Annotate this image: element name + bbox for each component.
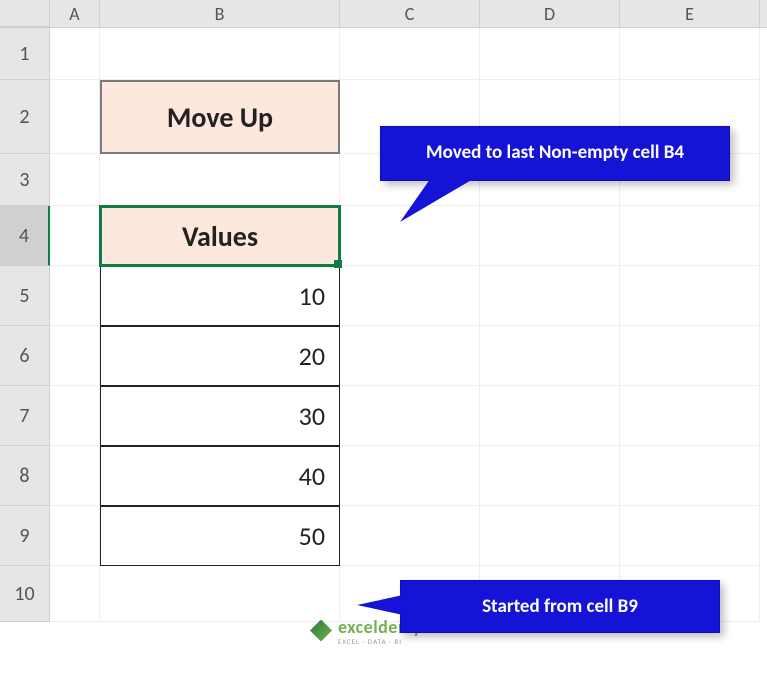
row-header-4[interactable]: 4 — [0, 206, 50, 266]
column-header-B[interactable]: B — [100, 0, 340, 27]
cell-C9[interactable] — [340, 506, 480, 566]
cell-C8[interactable] — [340, 446, 480, 506]
row-7: 7 30 — [0, 386, 767, 446]
cell-C5[interactable] — [340, 266, 480, 326]
row-header-10[interactable]: 10 — [0, 566, 50, 622]
row-header-3[interactable]: 3 — [0, 154, 50, 206]
cell-D9[interactable] — [480, 506, 620, 566]
cell-B10[interactable] — [100, 566, 340, 622]
cell-E5[interactable] — [620, 266, 760, 326]
callout-top: Moved to last Non-empty cell B4 — [380, 126, 730, 181]
row-header-2[interactable]: 2 — [0, 80, 50, 154]
cell-D5[interactable] — [480, 266, 620, 326]
row-6: 6 20 — [0, 326, 767, 386]
cell-D8[interactable] — [480, 446, 620, 506]
cell-D4[interactable] — [480, 206, 620, 266]
cell-A4[interactable] — [50, 206, 100, 266]
cell-E6[interactable] — [620, 326, 760, 386]
callout-bottom: Started from cell B9 — [400, 580, 720, 633]
cell-B4-header[interactable]: Values — [100, 206, 340, 266]
cell-A8[interactable] — [50, 446, 100, 506]
cell-A1[interactable] — [50, 28, 100, 80]
cell-E7[interactable] — [620, 386, 760, 446]
cell-A10[interactable] — [50, 566, 100, 622]
cell-A9[interactable] — [50, 506, 100, 566]
cell-B1[interactable] — [100, 28, 340, 80]
cell-D1[interactable] — [480, 28, 620, 80]
cell-A2[interactable] — [50, 80, 100, 154]
cell-E9[interactable] — [620, 506, 760, 566]
select-all-corner[interactable] — [0, 0, 50, 27]
cell-D7[interactable] — [480, 386, 620, 446]
row-header-9[interactable]: 9 — [0, 506, 50, 566]
logo-tagline: EXCEL · DATA · BI — [338, 638, 422, 645]
column-header-D[interactable]: D — [480, 0, 620, 27]
cell-E1[interactable] — [620, 28, 760, 80]
cell-C1[interactable] — [340, 28, 480, 80]
cell-B8[interactable]: 40 — [100, 446, 340, 506]
logo-icon — [310, 620, 332, 642]
row-header-6[interactable]: 6 — [0, 326, 50, 386]
row-4: 4 Values — [0, 206, 767, 266]
row-8: 8 40 — [0, 446, 767, 506]
column-header-E[interactable]: E — [620, 0, 760, 27]
column-header-A[interactable]: A — [50, 0, 100, 27]
cell-B6[interactable]: 20 — [100, 326, 340, 386]
cell-A3[interactable] — [50, 154, 100, 206]
row-1: 1 — [0, 28, 767, 80]
cell-E4[interactable] — [620, 206, 760, 266]
fill-handle[interactable] — [334, 260, 342, 268]
row-header-8[interactable]: 8 — [0, 446, 50, 506]
spreadsheet-grid: A B C D E 1 2 Move Up 3 — [0, 0, 767, 682]
cell-A6[interactable] — [50, 326, 100, 386]
cell-B3[interactable] — [100, 154, 340, 206]
row-header-1[interactable]: 1 — [0, 28, 50, 80]
cell-B2-title[interactable]: Move Up — [100, 80, 340, 154]
column-headers-row: A B C D E — [0, 0, 767, 28]
cell-D6[interactable] — [480, 326, 620, 386]
cell-B9[interactable]: 50 — [100, 506, 340, 566]
rows-container: 1 2 Move Up 3 4 Values — [0, 28, 767, 622]
row-header-7[interactable]: 7 — [0, 386, 50, 446]
cell-B7[interactable]: 30 — [100, 386, 340, 446]
cell-C6[interactable] — [340, 326, 480, 386]
cell-A5[interactable] — [50, 266, 100, 326]
row-9: 9 50 — [0, 506, 767, 566]
row-5: 5 10 — [0, 266, 767, 326]
cell-C7[interactable] — [340, 386, 480, 446]
cell-E8[interactable] — [620, 446, 760, 506]
row-header-5[interactable]: 5 — [0, 266, 50, 326]
cell-A7[interactable] — [50, 386, 100, 446]
column-header-C[interactable]: C — [340, 0, 480, 27]
cell-B4-text: Values — [182, 219, 258, 254]
cell-B5[interactable]: 10 — [100, 266, 340, 326]
